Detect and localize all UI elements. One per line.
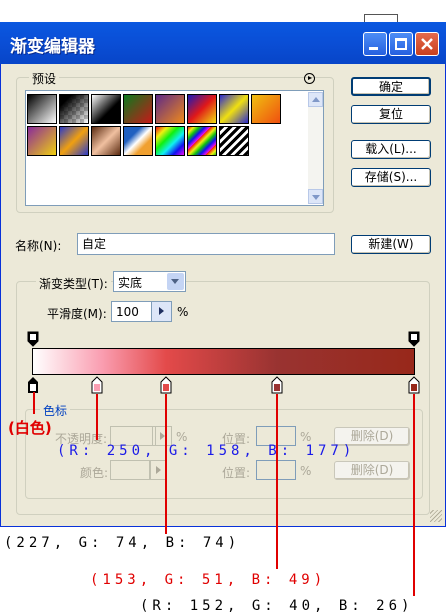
arrow-right-icon (156, 466, 161, 474)
gradient-type-label: 渐变类型(T): (36, 275, 111, 292)
opacity-location-unit: % (300, 430, 312, 444)
preset-swatch[interactable] (59, 94, 89, 124)
resize-grip-icon[interactable] (430, 510, 442, 522)
annotation-rgb-pink: (R: 250, G: 158, B: 177) (57, 443, 356, 459)
load-button[interactable]: 载入(L)... (351, 140, 431, 159)
smoothness-unit: % (177, 305, 189, 319)
presets-menu-arrow-icon[interactable] (304, 73, 315, 84)
name-input[interactable]: 自定 (77, 233, 335, 255)
gradient-bar[interactable] (32, 348, 415, 375)
preset-swatch[interactable] (91, 126, 121, 156)
annotation-white-text: 白色 (14, 419, 45, 437)
chevron-up-icon (312, 97, 320, 102)
preset-swatch[interactable] (155, 126, 185, 156)
save-button[interactable]: 存储(S)... (351, 168, 431, 187)
smoothness-slider-button[interactable] (151, 301, 172, 322)
arrow-right-icon (159, 307, 164, 315)
close-icon (421, 38, 433, 50)
gradient-type-select[interactable]: 实底 (113, 271, 186, 292)
maximize-button[interactable] (389, 32, 413, 56)
dropdown-button[interactable] (167, 273, 184, 290)
name-label: 名称(N): (15, 239, 62, 253)
annotation-line-dark-red (276, 394, 278, 569)
color-label: 颜色: (80, 466, 109, 480)
minimize-button[interactable] (363, 32, 387, 56)
preset-swatch[interactable] (251, 94, 281, 124)
reset-button[interactable]: 复位 (351, 105, 431, 124)
chevron-down-icon (312, 195, 320, 200)
opacity-unit: % (176, 430, 188, 444)
presets-legend: 预设 (29, 70, 60, 87)
annotation-line-white (33, 392, 35, 414)
ok-button[interactable]: 确定 (351, 77, 431, 96)
preset-swatch[interactable] (123, 94, 153, 124)
new-button[interactable]: 新建(W) (351, 235, 431, 254)
annotation-rgb-darkest: (R: 152, G: 40, B: 26) (140, 598, 414, 614)
scroll-up-button[interactable] (308, 92, 323, 107)
preset-swatch[interactable] (123, 126, 153, 156)
close-button[interactable] (415, 32, 439, 56)
smoothness-label: 平滑度(M): (47, 307, 107, 321)
color-delete-button: 删除(D) (334, 461, 410, 480)
chevron-down-icon (171, 279, 179, 284)
annotation-line-darkest (413, 394, 415, 596)
preset-swatch[interactable] (187, 126, 217, 156)
annotation-white-close-paren: ) (44, 419, 52, 437)
window-title: 渐变编辑器 (10, 37, 95, 57)
minimize-icon (369, 47, 378, 50)
preset-swatch[interactable] (27, 126, 57, 156)
scroll-down-button[interactable] (308, 189, 323, 204)
annotation-white-open-paren: ( (8, 419, 15, 437)
preset-swatch[interactable] (59, 126, 89, 156)
color-stop-pink[interactable] (91, 376, 103, 394)
annotation-line-red (165, 394, 167, 534)
preset-swatch[interactable] (155, 94, 185, 124)
color-stop-dark-red[interactable] (271, 376, 283, 394)
color-location-unit: % (300, 464, 312, 478)
color-swatch-input (110, 460, 150, 480)
color-stop-darkest[interactable] (408, 376, 420, 394)
opacity-stop-left[interactable] (27, 331, 39, 347)
color-location-label: 位置: (222, 466, 251, 480)
annotation-white: (白色) (8, 417, 52, 438)
preset-swatch[interactable] (187, 94, 217, 124)
preset-swatch[interactable] (91, 94, 121, 124)
preset-swatch[interactable] (27, 94, 57, 124)
annotation-rgb-red: (227, G: 74, B: 74) (4, 535, 241, 551)
preset-swatch[interactable] (219, 126, 249, 156)
annotation-rgb-dark-red: (153, G: 51, B: 49) (90, 572, 327, 588)
maximize-icon (395, 38, 407, 50)
presets-scrollbar[interactable] (308, 92, 323, 204)
annotation-line-pink (96, 394, 98, 440)
color-stop-red[interactable] (160, 376, 172, 394)
gradient-type-value: 实底 (118, 276, 143, 290)
opacity-stop-right[interactable] (408, 331, 420, 347)
preset-swatch[interactable] (219, 94, 249, 124)
